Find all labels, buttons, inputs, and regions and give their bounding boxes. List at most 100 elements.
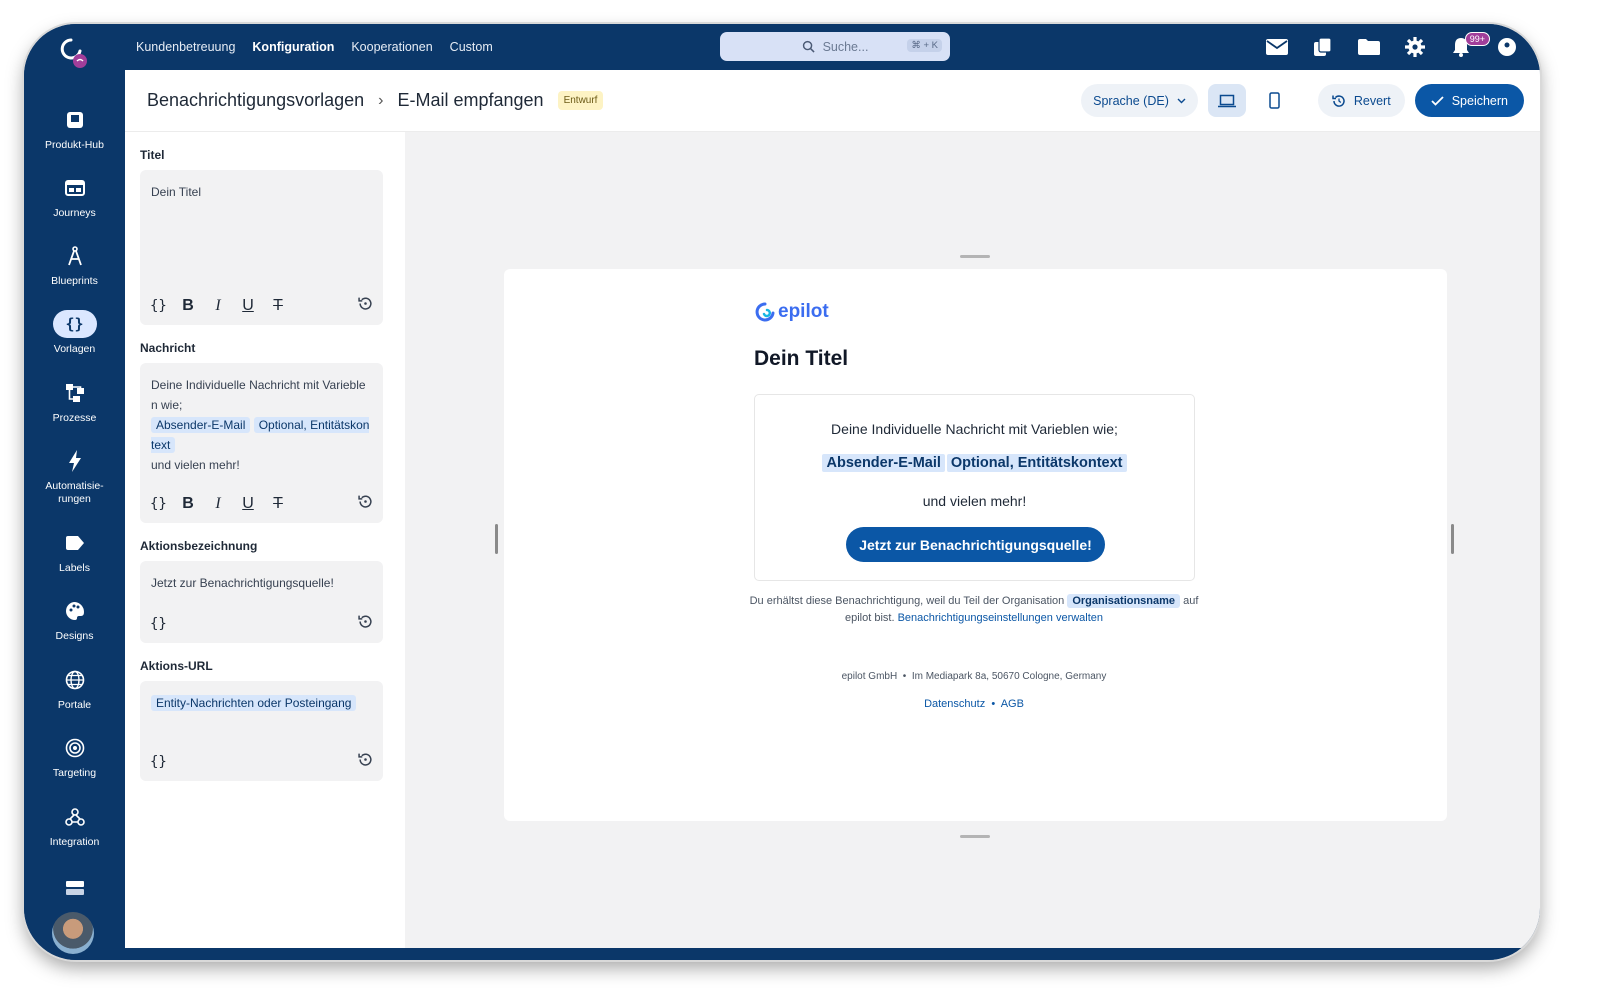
templates-icon: {} [52, 310, 97, 338]
sidebar-item-produkt-hub[interactable]: Produkt-Hub [24, 106, 125, 152]
portals-globe-icon [53, 666, 97, 694]
sidebar-item-journeys[interactable]: Journeys [24, 174, 125, 220]
folder-icon[interactable] [1356, 34, 1382, 60]
strikethrough-icon[interactable]: T [270, 495, 286, 513]
email-footer-notice: Du erhältst diese Benachrichtigung, weil… [744, 593, 1204, 627]
message-field[interactable]: Deine Individuelle Nachricht mit Variebl… [140, 363, 383, 523]
variable-braces-icon[interactable]: {} [150, 496, 167, 512]
database-icon [53, 874, 97, 902]
sidebar-item-vorlagen[interactable]: {} Vorlagen [24, 310, 125, 356]
email-cta-button[interactable]: Jetzt zur Benachrichtigungsquelle! [846, 527, 1105, 562]
revert-label: Revert [1353, 93, 1391, 108]
breadcrumb-parent[interactable]: Benachrichtigungsvorlagen [147, 90, 364, 111]
sidebar-item-automatisierungen[interactable]: Automatisie- rungen [24, 447, 125, 505]
email-variable-chips: Absender-E-Mail Optional, Entitätskontext [755, 454, 1194, 472]
nav-kooperationen[interactable]: Kooperationen [351, 40, 432, 54]
sidebar-label: Prozesse [52, 412, 97, 424]
action-url-field-label: Aktions-URL [140, 659, 213, 673]
sidebar-label: Vorlagen [53, 343, 96, 355]
epilot-logo-icon [755, 302, 775, 322]
email-message-line: und vielen mehr! [922, 493, 1027, 509]
sidebar-item-integration[interactable]: Integration [24, 803, 125, 849]
message-toolbar: {} B I U T [150, 493, 373, 515]
history-icon [1332, 94, 1345, 107]
revert-button[interactable]: Revert [1317, 84, 1405, 117]
sidebar-label: Blueprints [51, 275, 98, 287]
nav-custom[interactable]: Custom [450, 40, 493, 54]
variable-braces-icon[interactable]: {} [150, 616, 167, 632]
processes-icon [53, 379, 97, 407]
sidebar-item-targeting[interactable]: Targeting [24, 734, 125, 780]
mobile-view-button[interactable] [1256, 84, 1294, 117]
copy-icon[interactable] [1310, 34, 1336, 60]
message-line: und vielen mehr! [151, 458, 240, 472]
sidebar-label: Produkt-Hub [45, 139, 104, 151]
variable-chip[interactable]: Absender-E-Mail [151, 417, 251, 433]
variable-chip: Optional, Entitätskontext [946, 454, 1127, 472]
sidebar: Produkt-Hub Journeys Blueprints {} Vorla… [24, 70, 125, 960]
privacy-link[interactable]: Datenschutz [924, 698, 985, 710]
user-avatar[interactable] [52, 912, 94, 954]
notification-settings-link[interactable]: Benachrichtigungseinstellungen verwalten [898, 612, 1103, 624]
resize-handle-right[interactable] [1451, 524, 1454, 554]
resize-handle-top[interactable] [960, 255, 990, 258]
sidebar-item-portale[interactable]: Portale [24, 666, 125, 712]
search-input[interactable]: Suche... ⌘ + K [720, 32, 950, 61]
editor-panel: Titel Dein Titel {} B I U T Nachricht De… [125, 132, 405, 948]
targeting-icon [53, 734, 97, 762]
sidebar-item-labels[interactable]: Labels [24, 529, 125, 575]
language-select-label: Sprache (DE) [1093, 93, 1169, 108]
underline-icon[interactable]: U [240, 495, 256, 513]
settings-gear-icon[interactable] [1402, 34, 1428, 60]
laptop-icon [1217, 94, 1236, 107]
action-label-field[interactable]: Jetzt zur Benachrichtigungsquelle! {} [140, 561, 383, 643]
notifications-bell-icon[interactable]: 99+ [1448, 32, 1490, 60]
designs-icon [53, 597, 97, 625]
variable-braces-icon[interactable]: {} [150, 754, 167, 770]
action-url-field[interactable]: Entity-Nachrichten oder Posteingang {} [140, 681, 383, 781]
nav-kundenbetreuung[interactable]: Kundenbetreuung [136, 40, 235, 54]
sidebar-item-blueprints[interactable]: Blueprints [24, 242, 125, 288]
bold-icon[interactable]: B [180, 297, 196, 315]
page-title: E-Mail empfangen [397, 90, 544, 110]
message-field-value: Deine Individuelle Nachricht mit Variebl… [151, 375, 372, 475]
resize-handle-bottom[interactable] [960, 835, 990, 838]
desktop-view-button[interactable] [1207, 84, 1246, 117]
journeys-icon [53, 174, 97, 202]
sidebar-item-designs[interactable]: Designs [24, 597, 125, 643]
email-message-line: Deine Individuelle Nachricht mit Variebl… [831, 421, 1118, 437]
underline-icon[interactable]: U [240, 297, 256, 315]
search-shortcut: ⌘ + K [907, 39, 942, 52]
nav-konfiguration[interactable]: Konfiguration [252, 40, 334, 54]
italic-icon[interactable]: I [210, 297, 226, 315]
app-logo-icon[interactable] [56, 36, 90, 70]
variable-braces-icon[interactable]: {} [150, 298, 167, 314]
search-icon [802, 40, 815, 53]
company-address: Im Mediapark 8a, 50670 Cologne, Germany [911, 671, 1107, 682]
strikethrough-icon[interactable]: T [270, 297, 286, 315]
reset-history-icon[interactable] [358, 752, 373, 772]
sidebar-item-prozesse[interactable]: Prozesse [24, 379, 125, 425]
variable-chip[interactable]: Entity-Nachrichten oder Posteingang [151, 695, 357, 711]
email-message-card: Deine Individuelle Nachricht mit Variebl… [754, 394, 1195, 581]
title-field[interactable]: Dein Titel {} B I U T [140, 170, 383, 325]
reset-history-icon[interactable] [358, 494, 373, 514]
terms-link[interactable]: AGB [1001, 698, 1024, 710]
title-field-value: Dein Titel [151, 185, 202, 199]
bold-icon[interactable]: B [180, 495, 196, 513]
save-button[interactable]: Speichern [1414, 84, 1524, 117]
language-select[interactable]: Sprache (DE) [1081, 84, 1198, 117]
sidebar-label: Targeting [52, 767, 97, 779]
top-nav: Kundenbetreuung Konfiguration Kooperatio… [136, 24, 493, 70]
italic-icon[interactable]: I [210, 495, 226, 513]
reset-history-icon[interactable] [358, 296, 373, 316]
reset-history-icon[interactable] [358, 614, 373, 634]
integration-webhook-icon [53, 803, 97, 831]
resize-handle-left[interactable] [495, 524, 498, 554]
mail-icon[interactable] [1264, 34, 1290, 60]
variable-chip: Absender-E-Mail [822, 454, 945, 472]
top-bar: Kundenbetreuung Konfiguration Kooperatio… [24, 24, 1540, 70]
sidebar-item-more[interactable] [24, 874, 125, 902]
main-content: Benachrichtigungsvorlagen › E-Mail empfa… [125, 70, 1540, 948]
user-menu-icon[interactable] [1494, 34, 1520, 60]
